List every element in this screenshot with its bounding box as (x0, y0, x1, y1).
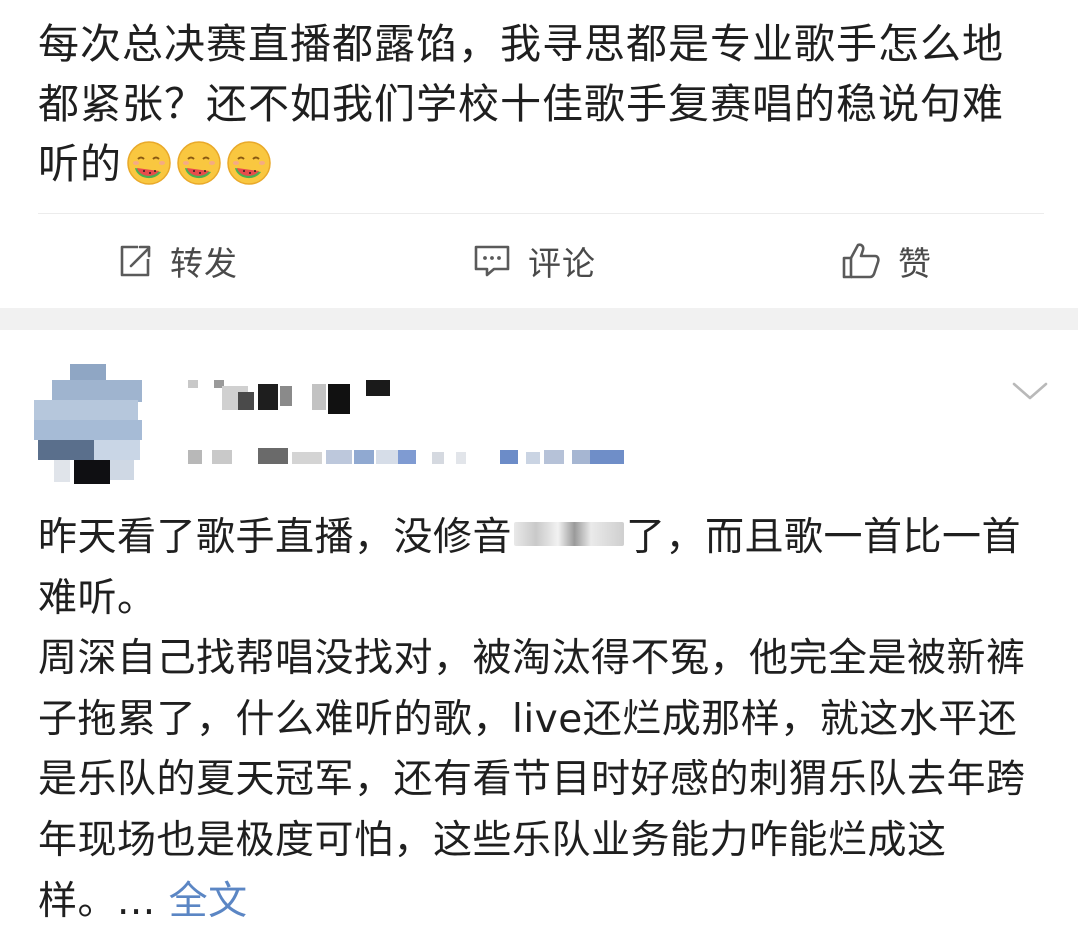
watermelon-face-emoji-icon (177, 141, 221, 185)
username-blurred[interactable] (188, 374, 418, 422)
repost-label: 转发 (170, 244, 238, 283)
blurred-text-patch (514, 522, 625, 546)
comment-icon (474, 245, 510, 277)
chevron-down-icon[interactable] (1008, 376, 1052, 406)
post-2-body: 昨天看了歌手直播，没修音 了，而且歌一首比一首难听。 周深自己找帮唱没找对，被淘汰… (38, 508, 1048, 932)
like-label: 赞 (898, 244, 932, 283)
comment-label: 评论 (528, 244, 596, 283)
weibo-feed: 每次总决赛直播都露馅，我寻思都是专业歌手怎么地都紧张？还不如我们学校十佳歌手复赛… (0, 0, 1078, 942)
post-2-paragraph-2: 周深自己找帮唱没找对，被淘汰得不冤，他完全是被新裤子拖累了，什么难听的歌，liv… (38, 636, 1026, 924)
feed-separator (0, 308, 1078, 330)
avatar[interactable] (34, 364, 154, 484)
repost-button[interactable]: 转发 (116, 214, 238, 308)
post-meta-blurred (188, 448, 624, 464)
like-button[interactable]: 赞 (840, 214, 932, 308)
full-text-link[interactable]: 全文 (169, 879, 248, 924)
post-1-body: 每次总决赛直播都露馅，我寻思都是专业歌手怎么地都紧张？还不如我们学校十佳歌手复赛… (38, 14, 1038, 194)
comment-button[interactable]: 评论 (472, 214, 596, 308)
post-1-action-bar: 转发 评论 赞 (0, 214, 1078, 308)
repost-icon (120, 245, 151, 277)
thumbs-up-icon (842, 243, 880, 279)
post-card-1: 每次总决赛直播都露馅，我寻思都是专业歌手怎么地都紧张？还不如我们学校十佳歌手复赛… (0, 0, 1078, 308)
watermelon-face-emoji-icon (227, 141, 271, 185)
watermelon-face-emoji-icon (127, 141, 171, 185)
post-card-2: 昨天看了歌手直播，没修音 了，而且歌一首比一首难听。 周深自己找帮唱没找对，被淘汰… (0, 330, 1078, 942)
post-2-paragraph-1: 昨天看了歌手直播，没修音 了，而且歌一首比一首难听。 (38, 515, 1022, 621)
